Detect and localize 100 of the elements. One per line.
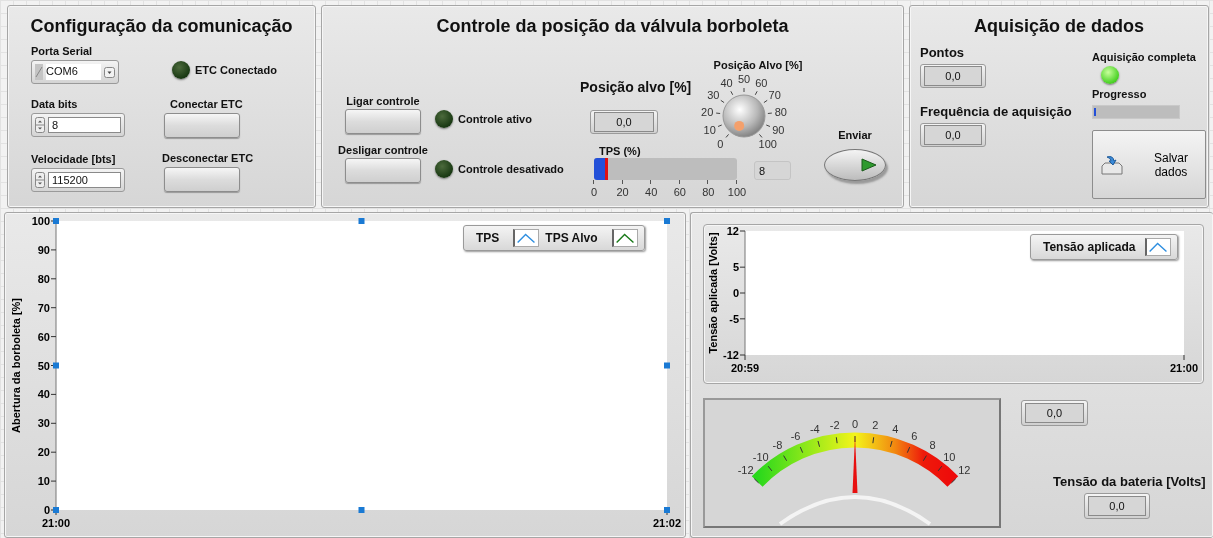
save-icon (1101, 154, 1123, 175)
send-button[interactable] (824, 149, 886, 181)
button-label: Desconectar ETC (162, 152, 254, 164)
play-icon (861, 158, 877, 172)
value-display: 0,0 (1021, 400, 1088, 426)
gauge-label: -2 (829, 419, 840, 432)
scale-label: 100 (726, 180, 747, 198)
resize-handle[interactable] (358, 507, 365, 513)
button-label: Ligar controle (346, 95, 420, 107)
port-icon (35, 64, 43, 80)
resize-handle[interactable] (53, 218, 59, 224)
value-display: 0,0 (920, 123, 986, 147)
resize-handle[interactable] (664, 507, 670, 513)
numeric-field[interactable]: 115200 (31, 168, 125, 192)
gauge-label: -4 (809, 423, 820, 436)
led-label: Controle ativo (458, 113, 532, 125)
line-swatch-icon (1145, 238, 1172, 256)
spinner-icon[interactable] (35, 172, 45, 188)
bar-label: TPS (%) (599, 145, 642, 157)
tick-label: 70 (37, 301, 50, 314)
button-label: Conectar ETC (170, 98, 243, 110)
gauge-label: 0 (851, 418, 859, 430)
display-label: Frequência de aquisição (920, 104, 1073, 119)
panel-title: Configuração da comunicação (29, 16, 294, 37)
tick-label: 21:02 (652, 517, 682, 529)
tick-label: 50 (37, 359, 50, 372)
scale-label: 20 (612, 180, 633, 198)
dial-label: 10 (703, 123, 716, 136)
value-display: 0,0 (1084, 493, 1150, 519)
tick-label: -12 (723, 349, 739, 361)
gauge-label: -12 (737, 464, 754, 477)
axis-title: Tensão aplicada [Volts] (707, 232, 719, 354)
tick-label: 100 (31, 215, 50, 227)
panel-title: Aquisição de dados (972, 16, 1145, 37)
dial-label: 20 (701, 106, 714, 119)
scale-label: 80 (698, 180, 719, 198)
tick-label: 20:59 (730, 362, 760, 374)
panel-title: Controle da posição da válvula borboleta (435, 16, 790, 37)
tick-label: 90 (37, 243, 50, 256)
field-label: Data bits (31, 98, 79, 110)
dial-label: 0 (717, 138, 724, 151)
field-label: Porta Serial (31, 45, 94, 57)
tick-label: 12 (726, 225, 739, 237)
numeric-field[interactable]: 8 (31, 113, 125, 137)
tick-label: 0 (732, 287, 739, 299)
resize-handle[interactable] (664, 218, 670, 224)
dial-label: 40 (720, 77, 733, 90)
led-label: Controle desativado (458, 163, 564, 175)
dropdown-icon[interactable] (104, 66, 115, 78)
scale-label: 40 (641, 180, 662, 198)
value-display: 8 (754, 161, 791, 180)
resize-handle[interactable] (53, 362, 59, 369)
push-button[interactable] (164, 113, 240, 138)
tick-label: 5 (732, 261, 739, 274)
tick-label: 0 (43, 504, 50, 516)
spinner-icon[interactable] (35, 117, 45, 133)
value-display: 0,0 (590, 110, 658, 134)
display-label: Pontos (920, 45, 966, 60)
line-swatch-icon (513, 229, 540, 247)
gauge-label: -8 (772, 439, 783, 452)
save-button[interactable]: Salvar dados (1092, 130, 1206, 199)
rotary-knob[interactable] (722, 94, 766, 138)
led-label: ETC Conectado (195, 64, 277, 76)
knob-label: Posição Alvo [%] (713, 59, 803, 71)
scale-label: 60 (669, 180, 690, 198)
field-label: Velocidade [bts] (31, 153, 117, 165)
tick-label: 40 (37, 388, 50, 401)
legend-label: TPS (476, 231, 500, 245)
line-swatch-icon (611, 229, 638, 247)
progress-label: Progresso (1092, 88, 1148, 100)
tick-label: 21:00 (1169, 362, 1199, 374)
tick-label: 30 (37, 417, 50, 430)
tick-label: 10 (37, 475, 50, 488)
push-button[interactable] (345, 109, 421, 134)
dial-label: 90 (772, 123, 785, 136)
dial-label: 80 (774, 106, 787, 119)
tick-label: 21:00 (41, 517, 71, 529)
dial-label: 70 (768, 89, 781, 102)
tick-label: 20 (37, 446, 50, 459)
resize-handle[interactable] (358, 218, 365, 224)
tick-label: 60 (37, 330, 50, 343)
resize-handle[interactable] (664, 362, 670, 369)
dial-label: 100 (758, 138, 777, 151)
resize-handle[interactable] (53, 507, 59, 513)
gauge-label: 6 (911, 430, 918, 443)
button-label: Enviar (838, 129, 872, 141)
value-display: 0,0 (920, 64, 986, 88)
gauge-label: 12 (958, 464, 971, 477)
gauge-label: 10 (943, 450, 956, 463)
legend-label: TPS Alvo (545, 231, 598, 245)
tick-label: -5 (729, 312, 739, 325)
legend-label: Tensão aplicada (1043, 240, 1136, 254)
serial-port-field[interactable]: COM6 (31, 60, 119, 84)
gauge-label: 8 (929, 439, 936, 452)
led-label: Aquisição completa (1092, 51, 1197, 63)
dial-label: 50 (737, 73, 751, 85)
scale-label: 0 (584, 180, 604, 198)
push-button[interactable] (164, 167, 240, 192)
button-label: Desligar controle (338, 144, 428, 156)
push-button[interactable] (345, 158, 421, 183)
